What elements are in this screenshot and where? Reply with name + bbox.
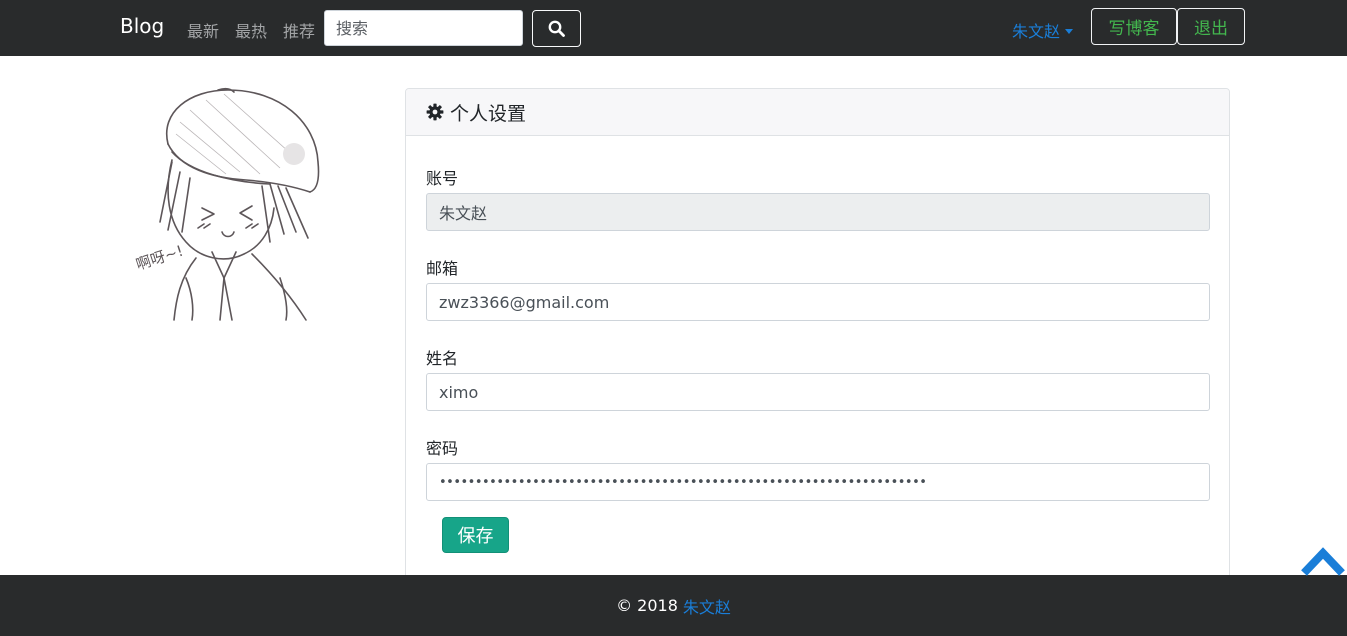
email-field[interactable]	[426, 283, 1210, 321]
search-input[interactable]	[324, 10, 523, 46]
settings-title: 个人设置	[450, 102, 527, 125]
account-label: 账号	[426, 169, 459, 188]
user-name: 朱文赵	[1012, 22, 1061, 41]
chevron-up-icon[interactable]	[1300, 545, 1346, 577]
email-label: 邮箱	[426, 259, 459, 278]
search-icon	[548, 20, 565, 37]
name-field[interactable]	[426, 373, 1210, 411]
name-label: 姓名	[426, 349, 459, 368]
save-button[interactable]: 保存	[442, 517, 509, 553]
caret-down-icon	[1065, 28, 1074, 34]
password-label: 密码	[426, 439, 459, 458]
gear-icon	[426, 103, 444, 121]
avatar-caption: 啊呀~!	[134, 242, 186, 274]
nav-link-recommended[interactable]: 推荐	[283, 18, 315, 42]
footer: © 2018 朱文赵	[0, 575, 1347, 636]
settings-card: 个人设置 账号 邮箱 姓名 密码 保存	[405, 88, 1230, 608]
user-menu-dropdown[interactable]: 朱文赵	[1012, 18, 1074, 42]
settings-card-header: 个人设置	[406, 89, 1229, 136]
search-button[interactable]	[532, 10, 581, 47]
brand-link[interactable]: Blog	[120, 14, 164, 38]
footer-copyright: © 2018	[616, 596, 678, 615]
write-blog-button[interactable]: 写博客	[1091, 8, 1177, 45]
logout-button[interactable]: 退出	[1177, 8, 1245, 45]
top-navbar: Blog 最新 最热 推荐 朱文赵 写博客 退出	[0, 0, 1347, 56]
avatar-illustration: 啊呀~!	[134, 87, 320, 321]
footer-author-link[interactable]: 朱文赵	[683, 594, 731, 618]
password-field[interactable]	[426, 463, 1210, 501]
nav-link-latest[interactable]: 最新	[187, 18, 219, 42]
nav-link-hot[interactable]: 最热	[235, 18, 267, 42]
account-field[interactable]	[426, 193, 1210, 231]
